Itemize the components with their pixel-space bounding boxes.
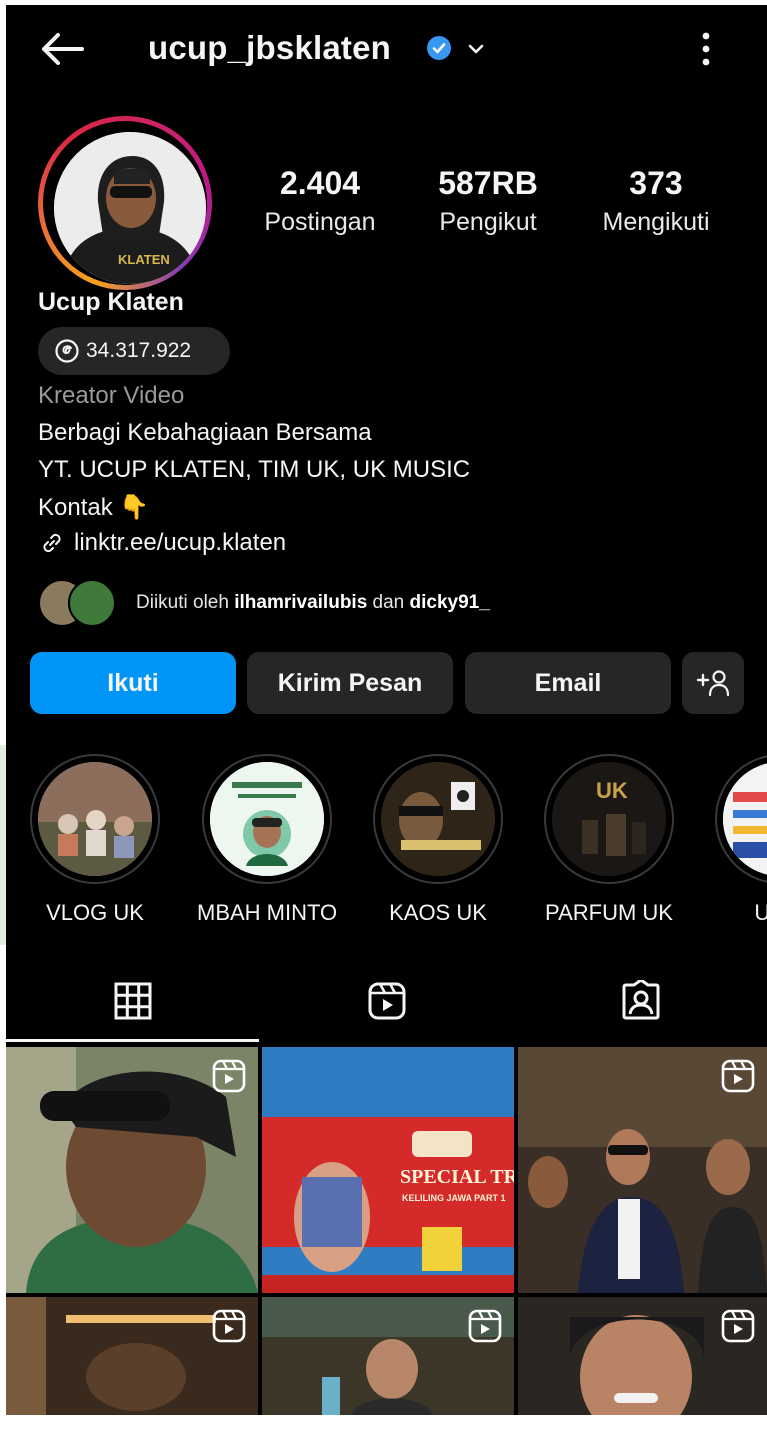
reels-icon bbox=[368, 982, 405, 1020]
left-edge-strip bbox=[0, 745, 6, 945]
back-arrow-icon[interactable] bbox=[36, 27, 88, 71]
post-tile[interactable] bbox=[6, 1047, 258, 1293]
svg-text:UK: UK bbox=[596, 778, 628, 803]
tab-tagged[interactable] bbox=[514, 963, 767, 1039]
followed-prefix: Diikuti oleh bbox=[136, 592, 229, 613]
followed-by-text: Diikuti oleh ilhamrivailubis dan dicky91… bbox=[136, 592, 490, 614]
highlight-label: PARFUM UK bbox=[545, 900, 673, 925]
threads-badge[interactable]: 34.317.922 bbox=[38, 327, 230, 375]
link-text: linktr.ee/ucup.klaten bbox=[74, 529, 287, 556]
followers-label: Pengikut bbox=[439, 208, 537, 236]
highlight-label: MBAH MINTO bbox=[197, 900, 338, 925]
profile-tabs bbox=[6, 963, 767, 1041]
bio-line: YT. UCUP KLATEN, TIM UK, UK MUSIC bbox=[38, 456, 471, 483]
tab-grid[interactable] bbox=[6, 963, 259, 1039]
tab-reels[interactable] bbox=[260, 963, 513, 1039]
full-name: Ucup Klaten bbox=[38, 288, 184, 316]
highlight-item[interactable]: UK S bbox=[710, 754, 767, 926]
stat-following[interactable]: 373 Mengikuti bbox=[566, 165, 746, 237]
add-person-icon bbox=[696, 670, 730, 697]
add-user-button[interactable] bbox=[682, 652, 744, 714]
following-label: Mengikuti bbox=[602, 208, 710, 236]
post-tile[interactable] bbox=[262, 1297, 514, 1415]
highlight-item[interactable]: KAOS UK bbox=[368, 754, 508, 926]
posts-count: 2.404 bbox=[279, 165, 361, 201]
followed-by-row[interactable]: Diikuti oleh ilhamrivailubis dan dicky91… bbox=[38, 578, 490, 628]
profile-category: Kreator Video bbox=[38, 382, 185, 409]
reel-icon bbox=[212, 1059, 246, 1093]
posts-label: Postingan bbox=[264, 208, 376, 236]
stat-followers[interactable]: 587RB Pengikut bbox=[398, 165, 578, 237]
top-bar: ucup_jbsklaten bbox=[6, 5, 767, 95]
post-tile[interactable]: SPECIAL TRIP KELILING JAWA PART 1 bbox=[262, 1047, 514, 1293]
post-subtitle: KELILING JAWA PART 1 bbox=[402, 1193, 506, 1203]
threads-icon bbox=[55, 339, 79, 363]
highlight-item[interactable]: MBAH MINTO bbox=[197, 754, 337, 926]
highlight-label: VLOG UK bbox=[46, 900, 144, 925]
bottom-margin bbox=[0, 1415, 767, 1430]
stat-posts[interactable]: 2.404 Postingan bbox=[230, 165, 410, 237]
reel-icon bbox=[721, 1309, 755, 1343]
verified-badge-icon bbox=[427, 36, 451, 60]
active-tab-indicator bbox=[6, 1039, 259, 1042]
profile-username[interactable]: ucup_jbsklaten bbox=[148, 29, 391, 67]
following-count: 373 bbox=[629, 165, 683, 201]
highlight-label: KAOS UK bbox=[389, 900, 487, 925]
chevron-down-icon[interactable] bbox=[464, 37, 488, 61]
threads-count: 34.317.922 bbox=[86, 339, 192, 362]
post-tile[interactable] bbox=[6, 1297, 258, 1415]
post-title: SPECIAL TRIP bbox=[400, 1166, 514, 1188]
svg-text:KLATEN: KLATEN bbox=[118, 252, 170, 267]
highlight-item[interactable]: VLOG UK bbox=[25, 754, 165, 926]
bio-line: Kontak 👇 bbox=[38, 493, 149, 522]
mutual-user-2[interactable]: dicky91_ bbox=[410, 592, 490, 613]
grid-icon bbox=[114, 982, 151, 1020]
reel-icon bbox=[468, 1309, 502, 1343]
message-button[interactable]: Kirim Pesan bbox=[247, 652, 453, 714]
followers-count: 587RB bbox=[438, 165, 538, 201]
follow-button[interactable]: Ikuti bbox=[30, 652, 236, 714]
link-icon bbox=[43, 533, 61, 553]
highlight-label: UK S bbox=[754, 900, 767, 925]
email-button[interactable]: Email bbox=[465, 652, 671, 714]
post-tile[interactable] bbox=[518, 1047, 767, 1293]
profile-screen: ucup_jbsklaten KLATEN 2.404 Postingan 58… bbox=[6, 5, 767, 1415]
reel-icon bbox=[212, 1309, 246, 1343]
story-ring[interactable]: KLATEN bbox=[38, 116, 212, 290]
avatar[interactable]: KLATEN bbox=[54, 132, 206, 284]
bio-line: Berbagi Kebahagiaan Bersama bbox=[38, 419, 372, 446]
mutual-user-1[interactable]: ilhamrivailubis bbox=[234, 592, 367, 613]
profile-link[interactable]: linktr.ee/ucup.klaten bbox=[38, 529, 286, 557]
pointing-down-emoji: 👇 bbox=[119, 494, 150, 521]
follower-avatar bbox=[68, 579, 116, 627]
post-tile[interactable] bbox=[518, 1297, 767, 1415]
more-options-icon[interactable] bbox=[694, 27, 718, 71]
followed-conj: dan bbox=[372, 592, 405, 613]
highlight-item[interactable]: UK PARFUM UK bbox=[539, 754, 679, 926]
tagged-person-icon bbox=[622, 980, 659, 1020]
reel-icon bbox=[721, 1059, 755, 1093]
bio-contact-text: Kontak bbox=[38, 494, 113, 521]
